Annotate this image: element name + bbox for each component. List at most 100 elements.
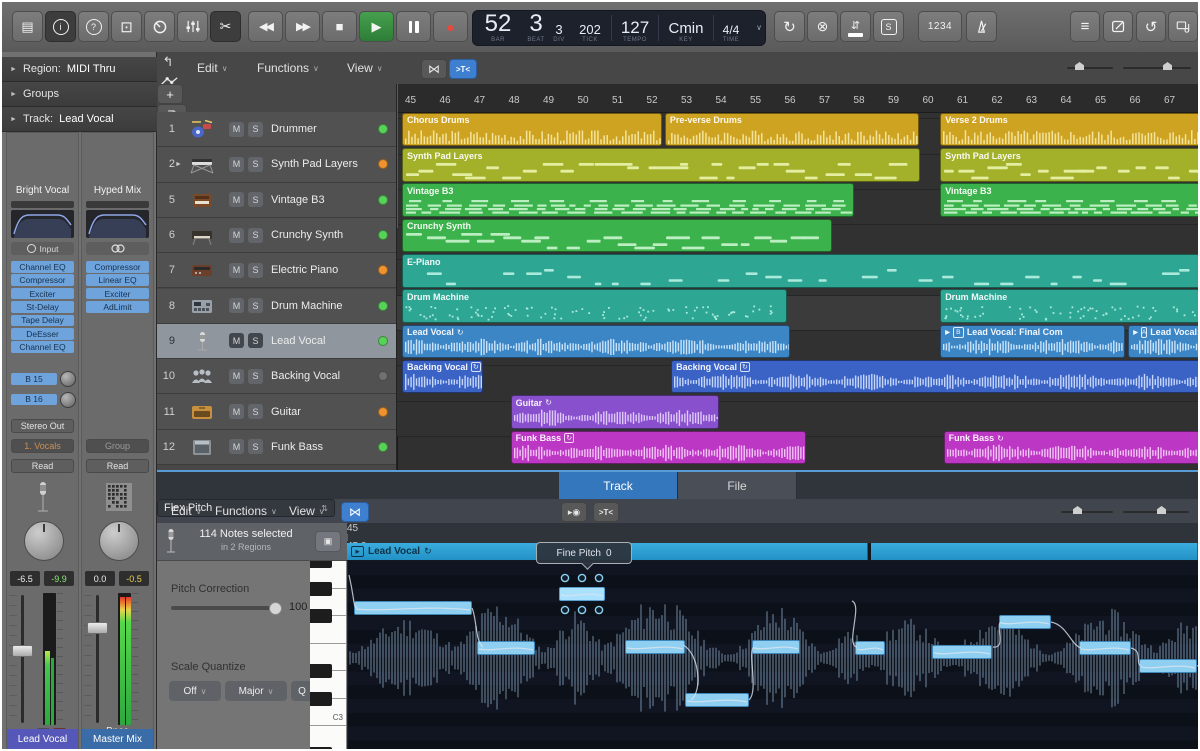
solo-button[interactable]: S: [248, 157, 263, 172]
region[interactable]: Crunchy Synth: [402, 219, 832, 253]
mute-button[interactable]: M: [229, 157, 244, 172]
region[interactable]: Vintage B3: [402, 183, 854, 217]
quick-help-button[interactable]: ?: [78, 11, 109, 42]
flex-button[interactable]: ⋈: [341, 502, 369, 522]
flex-pitch-note[interactable]: [855, 641, 885, 655]
setting-button[interactable]: [11, 201, 74, 208]
autopunch-button[interactable]: ⇵: [840, 11, 871, 42]
pan-knob[interactable]: [99, 521, 139, 561]
editor-vertical-zoom-thumb[interactable]: [1073, 506, 1082, 514]
automation-mode-button[interactable]: Read: [86, 459, 149, 473]
automation-mode-button[interactable]: Read: [11, 459, 74, 473]
loop-browser-button[interactable]: ↺: [1136, 11, 1166, 42]
editor-horizontal-zoom-slider[interactable]: [1123, 511, 1189, 513]
scale-root-select[interactable]: Off∨: [169, 681, 221, 701]
editor-vertical-zoom-slider[interactable]: [1061, 511, 1113, 513]
region[interactable]: Drum Machine: [940, 289, 1198, 323]
track-header-row[interactable]: 7MSElectric Piano: [157, 253, 396, 288]
editor-menu-edit[interactable]: Edit∨: [171, 501, 202, 521]
pause-button[interactable]: [396, 11, 431, 42]
region[interactable]: E-Piano: [402, 254, 1198, 288]
solo-button[interactable]: S: [248, 369, 263, 384]
editor-region-lane[interactable]: ▶Lead Vocal↻: [347, 543, 1198, 561]
eq-thumbnail[interactable]: [86, 210, 149, 238]
region[interactable]: Vintage B3: [940, 183, 1198, 217]
tab-track[interactable]: Track: [559, 472, 678, 499]
fader-handle[interactable]: [12, 645, 33, 657]
plugin-slot[interactable]: Tape Delay: [11, 315, 74, 327]
plugin-slot[interactable]: Channel EQ: [11, 261, 74, 273]
region[interactable]: ▶ALead Vocal: Final Co: [1128, 325, 1198, 359]
media-browser-button[interactable]: [1168, 11, 1198, 42]
plugin-slot[interactable]: Exciter: [86, 288, 149, 300]
rewind-button[interactable]: ◀◀: [248, 11, 283, 42]
editor-region-segment[interactable]: [871, 543, 1198, 560]
count-in-button[interactable]: 1234: [918, 11, 962, 42]
setting-button[interactable]: [86, 201, 149, 208]
menu-view[interactable]: View∨: [347, 58, 383, 78]
region[interactable]: ▶BLead Vocal: Final Com: [940, 325, 1125, 359]
solo-button[interactable]: S: [248, 263, 263, 278]
editor-ruler[interactable]: 4545 245 345 44646 246 3: [347, 523, 1198, 544]
plugin-slot[interactable]: Compressor: [11, 274, 74, 286]
send-knob[interactable]: [60, 392, 76, 408]
gain-value[interactable]: -0.5: [119, 571, 149, 586]
stop-button[interactable]: ■: [322, 11, 357, 42]
track-status-dot[interactable]: [378, 336, 388, 346]
track-header-row[interactable]: 6MSCrunchy Synth: [157, 218, 396, 253]
inspector-button[interactable]: i: [45, 11, 76, 42]
lcd-chevron-icon[interactable]: ∨: [756, 23, 762, 32]
toolbar-toggle-button[interactable]: ⊡: [111, 11, 142, 42]
horizontal-zoom-slider[interactable]: [1123, 67, 1191, 69]
fast-forward-button[interactable]: ▶▶: [285, 11, 320, 42]
region[interactable]: Synth Pad Layers: [940, 148, 1198, 182]
mute-button[interactable]: M: [229, 263, 244, 278]
plugin-slot[interactable]: Linear EQ: [86, 274, 149, 286]
replace-button[interactable]: ⊗: [807, 11, 838, 42]
library-button[interactable]: ▤: [12, 11, 43, 42]
pan-knob[interactable]: [24, 521, 64, 561]
editor-horizontal-zoom-thumb[interactable]: [1157, 506, 1166, 514]
solo-button[interactable]: S: [873, 11, 904, 42]
track-status-dot[interactable]: [378, 195, 388, 205]
mute-button[interactable]: M: [229, 369, 244, 384]
plugin-slot[interactable]: AdLimit: [86, 301, 149, 313]
channel-strip-label[interactable]: Master Mix: [82, 729, 153, 749]
solo-button[interactable]: S: [248, 122, 263, 137]
play-button[interactable]: ▶: [359, 11, 394, 42]
flex-button[interactable]: ⋈: [421, 59, 447, 79]
plugin-slot[interactable]: St-Delay: [11, 301, 74, 313]
track-header-row[interactable]: 9MSLead Vocal: [157, 324, 396, 359]
track-status-dot[interactable]: [378, 371, 388, 381]
input-button[interactable]: Input: [11, 242, 74, 255]
flex-pitch-note[interactable]: [477, 641, 535, 655]
solo-button[interactable]: S: [248, 298, 263, 313]
arrange-area[interactable]: 4546474849505152535455565758596061626364…: [397, 84, 1198, 470]
vertical-zoom-thumb[interactable]: [1075, 62, 1084, 70]
editor-menu-view[interactable]: View∨: [289, 501, 325, 521]
region[interactable]: Backing Vocal↻: [402, 360, 483, 394]
flex-pitch-canvas[interactable]: [347, 561, 1198, 751]
pitch-correction-slider-knob[interactable]: [269, 602, 282, 615]
piano-keyboard[interactable]: C3: [310, 561, 347, 751]
group-button[interactable]: 1. Vocals: [11, 439, 74, 453]
piano-black-key[interactable]: [310, 747, 332, 751]
local-inspector-button[interactable]: ▣: [315, 531, 341, 552]
cycle-button[interactable]: ↻: [774, 11, 805, 42]
input-button[interactable]: [86, 242, 149, 255]
flex-pitch-note-selected[interactable]: [559, 587, 605, 601]
flex-pitch-note[interactable]: [685, 693, 749, 707]
groups-inspector-header[interactable]: ► Groups: [2, 82, 157, 107]
track-header-row[interactable]: 5MSVintage B3: [157, 183, 396, 218]
lcd-display[interactable]: 52BAR3BEAT3DIV202TICK127TEMPOCminKEY4/4T…: [472, 10, 766, 46]
track-header-row[interactable]: 11MSGuitar: [157, 394, 396, 429]
mute-button[interactable]: M: [229, 122, 244, 137]
eq-thumbnail[interactable]: [11, 210, 74, 238]
flex-catch-button[interactable]: >T<: [593, 502, 619, 522]
region[interactable]: Verse 2 Drums: [940, 113, 1198, 147]
disclosure-triangle-icon[interactable]: ►: [175, 161, 185, 168]
channel-strip-label[interactable]: Lead Vocal: [7, 729, 78, 749]
track-status-dot[interactable]: [378, 159, 388, 169]
mute-button[interactable]: M: [229, 404, 244, 419]
piano-black-key[interactable]: [310, 561, 332, 568]
